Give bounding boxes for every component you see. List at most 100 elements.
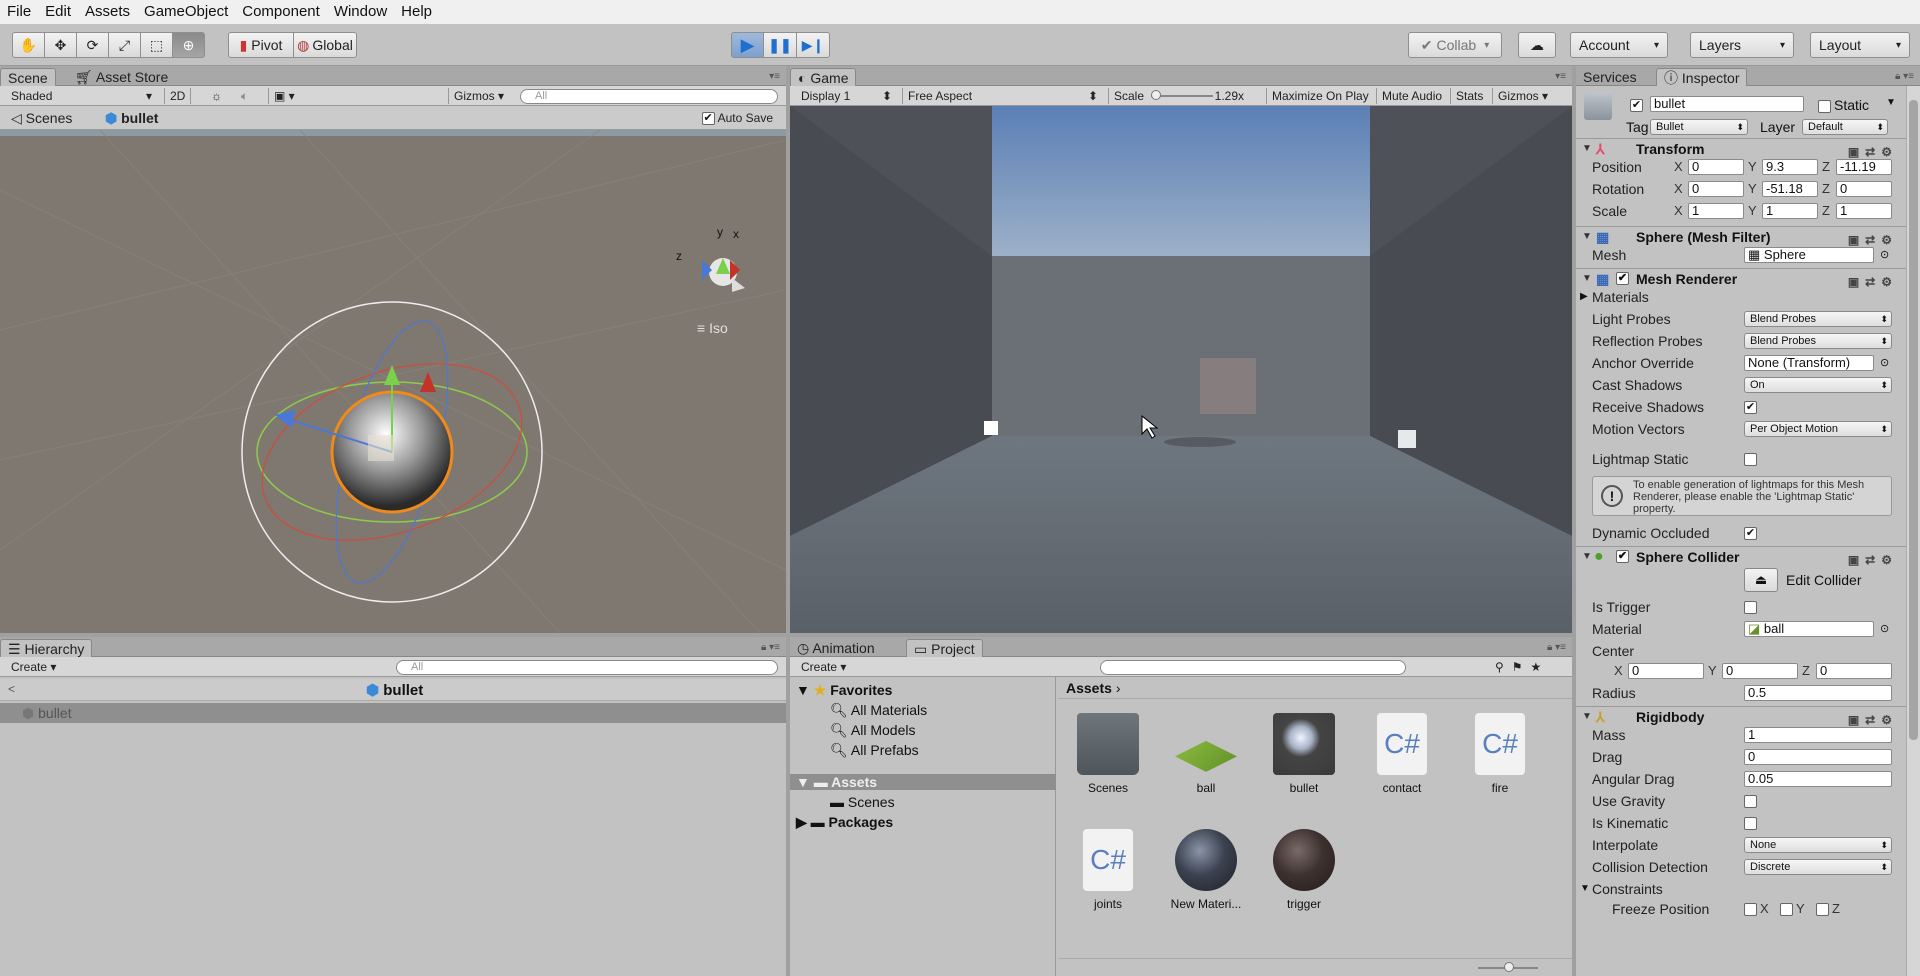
menu-edit[interactable]: Edit xyxy=(38,0,78,24)
radius-field[interactable]: 0.5 xyxy=(1744,685,1892,701)
component-menu-icons[interactable]: ▣⇄⚙ xyxy=(1848,550,1898,570)
anchor-override-field[interactable]: None (Transform) xyxy=(1744,355,1874,371)
sphere-collider-header[interactable]: ▼ ● ✔ Sphere Collider ▣⇄⚙ xyxy=(1576,546,1906,567)
dynamic-occluded-checkbox[interactable]: ✔ xyxy=(1744,527,1757,540)
mute-audio-toggle[interactable]: Mute Audio xyxy=(1376,88,1447,104)
rotation-x-field[interactable]: 0 xyxy=(1688,181,1744,197)
breadcrumb-bullet[interactable]: ⬢ bullet xyxy=(100,110,163,126)
step-button[interactable]: ▶❙ xyxy=(796,32,830,58)
constraints-row[interactable]: ▼ Constraints xyxy=(1576,880,1906,898)
tree-assets[interactable]: ▼ ▬ Assets xyxy=(790,774,1056,790)
is-kinematic-checkbox[interactable] xyxy=(1744,817,1757,830)
scale-slider-thumb[interactable] xyxy=(1151,90,1161,100)
center-y-field[interactable]: 0 xyxy=(1722,663,1798,679)
tab-inspector[interactable]: ⓘ Inspector xyxy=(1656,68,1748,86)
is-trigger-checkbox[interactable] xyxy=(1744,601,1757,614)
center-z-field[interactable]: 0 xyxy=(1816,663,1892,679)
autosave-toggle[interactable]: ✔ Auto Save xyxy=(697,110,778,126)
cast-shadows-dropdown[interactable]: On xyxy=(1744,377,1892,393)
project-search-input[interactable] xyxy=(1100,660,1406,675)
interpolate-dropdown[interactable]: None xyxy=(1744,837,1892,853)
asset-joints[interactable]: C# joints xyxy=(1068,829,1148,911)
scene-gizmos-dropdown[interactable]: Gizmos ▾ xyxy=(448,88,509,104)
drag-field[interactable]: 0 xyxy=(1744,749,1892,765)
rigidbody-header[interactable]: ▼ ⅄ Rigidbody ▣⇄⚙ xyxy=(1576,706,1906,727)
stats-toggle[interactable]: Stats xyxy=(1450,88,1488,104)
scene-viewport[interactable]: y x z ≡ Iso xyxy=(0,130,786,633)
panel-splitter-vertical[interactable] xyxy=(786,66,790,976)
inspector-scrollbar[interactable] xyxy=(1906,86,1920,976)
asset-fire[interactable]: C# fire xyxy=(1460,713,1540,795)
panel-lock-icon[interactable]: 🔒︎ ▾≡ xyxy=(1895,71,1914,82)
panel-lock-icon[interactable]: 🔒︎ ▾≡ xyxy=(761,642,780,653)
position-z-field[interactable]: -11.19 xyxy=(1836,159,1892,175)
game-gizmos-dropdown[interactable]: Gizmos ▾ xyxy=(1492,88,1553,104)
rotation-y-field[interactable]: -51.18 xyxy=(1762,181,1818,197)
freeze-x-checkbox[interactable] xyxy=(1744,903,1757,916)
aspect-dropdown[interactable]: Free Aspect ⬍ xyxy=(902,88,1102,104)
position-x-field[interactable]: 0 xyxy=(1688,159,1744,175)
sphere-collider-enabled-checkbox[interactable]: ✔ xyxy=(1616,550,1629,563)
edit-collider-button[interactable]: ⏏ xyxy=(1744,568,1778,592)
trigger-cube[interactable] xyxy=(1200,358,1256,414)
collider-material-field[interactable]: ◪ ball xyxy=(1744,621,1874,637)
reflection-probes-dropdown[interactable]: Blend Probes xyxy=(1744,333,1892,349)
back-icon[interactable]: < xyxy=(8,682,15,696)
iso-label[interactable]: ≡ Iso xyxy=(697,320,728,336)
active-checkbox[interactable]: ✔ xyxy=(1630,99,1643,112)
asset-bullet[interactable]: bullet xyxy=(1264,713,1344,795)
freeze-z-checkbox[interactable] xyxy=(1816,903,1829,916)
game-viewport[interactable] xyxy=(790,106,1572,633)
mesh-renderer-enabled-checkbox[interactable]: ✔ xyxy=(1616,272,1629,285)
hierarchy-search-input[interactable]: All xyxy=(396,660,778,675)
layers-dropdown[interactable]: Layers xyxy=(1690,32,1794,58)
tree-all-models[interactable]: 🔍︎ All Models xyxy=(830,722,916,738)
asset-contact[interactable]: C# contact xyxy=(1362,713,1442,795)
tree-all-prefabs[interactable]: 🔍︎ All Prefabs xyxy=(830,742,919,758)
icon-size-slider[interactable] xyxy=(1504,962,1514,972)
pause-button[interactable]: ❚❚ xyxy=(763,32,797,58)
effects-dropdown[interactable]: ▣ ▾ xyxy=(268,88,300,104)
asset-scenes[interactable]: Scenes xyxy=(1068,713,1148,795)
tab-scene[interactable]: Scene xyxy=(0,68,56,86)
panel-splitter-horizontal[interactable] xyxy=(0,633,1572,637)
asset-ball[interactable]: ball xyxy=(1166,713,1246,795)
transform-tool-button[interactable]: ⊕ xyxy=(172,32,205,58)
hand-tool-button[interactable]: ✋ xyxy=(12,32,45,58)
tag-dropdown[interactable]: Bullet xyxy=(1650,119,1748,135)
tab-services[interactable]: Services xyxy=(1576,68,1644,86)
menu-gameobject[interactable]: GameObject xyxy=(137,0,235,24)
static-dropdown-icon[interactable]: ▼ xyxy=(1886,97,1896,108)
mesh-filter-header[interactable]: ▼ ▦ Sphere (Mesh Filter) ▣⇄⚙ xyxy=(1576,226,1906,247)
menu-file[interactable]: File xyxy=(0,0,38,24)
rotation-z-field[interactable]: 0 xyxy=(1836,181,1892,197)
materials-row[interactable]: ▶ Materials xyxy=(1576,288,1906,306)
hierarchy-create-dropdown[interactable]: Create ▾ xyxy=(6,659,61,675)
tab-game[interactable]: ◐ Game xyxy=(790,68,857,86)
panel-menu-icon[interactable]: ▾≡ xyxy=(1555,71,1566,82)
asset-new-material[interactable]: New Materi... xyxy=(1166,829,1246,911)
scale-x-field[interactable]: 1 xyxy=(1688,203,1744,219)
angular-drag-field[interactable]: 0.05 xyxy=(1744,771,1892,787)
object-picker-icon[interactable]: ⊙ xyxy=(1880,354,1889,372)
collision-detection-dropdown[interactable]: Discrete xyxy=(1744,859,1892,875)
asset-trigger[interactable]: trigger xyxy=(1264,829,1344,911)
tree-all-materials[interactable]: 🔍︎ All Materials xyxy=(830,702,927,718)
tab-asset-store[interactable]: 🛒︎ Asset Store xyxy=(68,68,175,86)
collab-dropdown[interactable]: ✔ Collab xyxy=(1408,32,1502,58)
cloud-button[interactable]: ☁ xyxy=(1518,32,1556,58)
scale-tool-button[interactable]: ⤢ xyxy=(108,32,141,58)
object-picker-icon[interactable]: ⊙ xyxy=(1880,620,1889,638)
scene-search-input[interactable]: All xyxy=(520,89,778,104)
panel-menu-icon[interactable]: ▾≡ xyxy=(769,71,780,82)
2d-toggle[interactable]: 2D xyxy=(164,88,192,104)
filter-icons[interactable]: ⚲⚑★ xyxy=(1490,659,1554,675)
scale-z-field[interactable]: 1 xyxy=(1836,203,1892,219)
panel-splitter-vertical[interactable] xyxy=(1572,66,1576,976)
small-cube-right[interactable] xyxy=(1398,430,1416,448)
tree-favorites[interactable]: ▼ ★ Favorites xyxy=(796,682,892,698)
transform-header[interactable]: ▼ ⅄ Transform ▣⇄⚙ xyxy=(1576,138,1906,159)
mesh-renderer-header[interactable]: ▼ ▦ ✔ Mesh Renderer ▣⇄⚙ xyxy=(1576,268,1906,289)
breadcrumb-scenes[interactable]: ◁ Scenes xyxy=(6,110,77,126)
pivot-toggle[interactable]: ▮ Pivot xyxy=(228,32,294,58)
